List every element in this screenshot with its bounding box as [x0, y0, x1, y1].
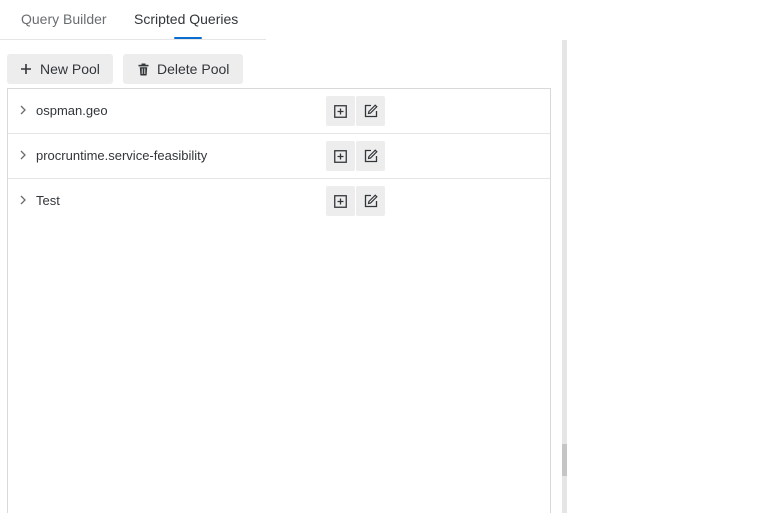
add-box-icon — [334, 104, 347, 118]
tab-query-builder[interactable]: Query Builder — [21, 10, 107, 28]
delete-pool-button[interactable]: Delete Pool — [123, 54, 243, 84]
splitter-bar[interactable] — [562, 40, 567, 513]
chevron-right-icon[interactable] — [18, 193, 28, 207]
pool-name: Test — [36, 193, 60, 208]
chevron-right-icon[interactable] — [18, 103, 28, 117]
pool-name: ospman.geo — [36, 103, 108, 118]
edit-pool-button[interactable] — [356, 96, 385, 126]
add-query-button[interactable] — [326, 186, 355, 216]
edit-icon — [364, 149, 378, 163]
chevron-right-icon[interactable] — [18, 148, 28, 162]
add-query-button[interactable] — [326, 141, 355, 171]
edit-pool-button[interactable] — [356, 141, 385, 171]
plus-icon — [20, 62, 32, 76]
pool-row[interactable]: Test — [8, 179, 550, 224]
tab-bar: Query Builder Scripted Queries — [0, 0, 266, 40]
new-pool-button[interactable]: New Pool — [7, 54, 113, 84]
edit-icon — [364, 104, 378, 118]
edit-pool-button[interactable] — [356, 186, 385, 216]
edit-icon — [364, 194, 378, 208]
tab-scripted-queries[interactable]: Scripted Queries — [134, 10, 238, 28]
pool-row[interactable]: procruntime.service-feasibility — [8, 134, 550, 179]
add-box-icon — [334, 149, 347, 163]
trash-icon — [137, 62, 149, 76]
splitter-handle[interactable] — [562, 444, 567, 476]
pool-name: procruntime.service-feasibility — [36, 148, 208, 163]
delete-pool-label: Delete Pool — [157, 61, 230, 77]
pool-row[interactable]: ospman.geo — [8, 89, 550, 134]
add-box-icon — [334, 194, 347, 208]
pool-tree: ospman.geo procruntime.service-feasibili… — [7, 88, 551, 513]
new-pool-label: New Pool — [40, 61, 100, 77]
active-tab-indicator — [174, 37, 202, 39]
add-query-button[interactable] — [326, 96, 355, 126]
